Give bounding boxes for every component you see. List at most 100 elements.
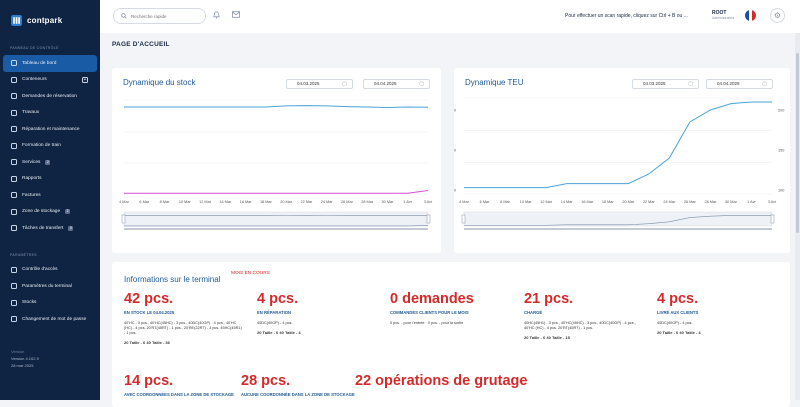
series-line xyxy=(464,102,772,188)
sidebar-item-r-paration-et-maintenance[interactable]: Réparation et maintenance xyxy=(0,121,100,138)
add-icon[interactable]: + xyxy=(82,77,88,83)
version-info: Version Version 4.102.9 28 mar 2025 xyxy=(11,348,39,369)
sidebar-item-label: Tâches de transfert xyxy=(22,226,63,231)
version-label: Version xyxy=(11,348,39,355)
x-tick-label: 28 Mar xyxy=(704,200,717,204)
stat-value: 28 pcs. xyxy=(241,374,361,389)
sidebar-item-demandes-de-r-servation[interactable]: Demandes de réservation xyxy=(0,88,100,105)
x-tick-label: 4 Mar xyxy=(459,200,469,204)
stat-sizes: 20 Taille - 6 40 Taille - 15 xyxy=(524,335,644,340)
x-tick-label: 28 Mar xyxy=(361,200,374,204)
x-tick-label: 16 Mar xyxy=(240,200,253,204)
sidebar-badge: 2 xyxy=(45,160,50,165)
stat-block: 42 pcs.EN STOCK LE 04.04.202540'HC - 3 p… xyxy=(124,292,244,345)
mail-icon[interactable] xyxy=(232,11,240,18)
x-tick-label: 1 Avr xyxy=(747,200,756,204)
sidebar-item-contr-le-d-acc-s[interactable]: Contrôle d'accès xyxy=(0,262,100,279)
stat-value: 42 pcs. xyxy=(124,292,244,307)
sidebar-section-settings: PARAMÈTRES xyxy=(0,251,100,260)
top-bar: Pour effectuer un scan rapide, cliquez s… xyxy=(100,0,800,33)
sidebar-item-conteneurs[interactable]: Conteneurs+ xyxy=(0,72,100,89)
stat-block: 21 pcs.CHARGÉ40HC(45H1) - 3 pcs., 40'HC(… xyxy=(524,292,644,340)
sidebar-item-stocks[interactable]: Stocks xyxy=(0,295,100,312)
sidebar-item-travaux[interactable]: Travaux xyxy=(0,105,100,122)
menu-item-icon xyxy=(11,110,17,116)
y-tick-label: 150 xyxy=(454,149,456,153)
sidebar: contpark PANNEAU DE CONTRÔLE Tableau de … xyxy=(0,0,100,400)
settings-gear-icon[interactable]: ⚙ xyxy=(770,8,785,23)
menu-item-icon xyxy=(11,143,17,149)
series-line xyxy=(124,106,428,108)
sidebar-item-rapports[interactable]: Rapports xyxy=(0,171,100,188)
range-navigator xyxy=(464,212,772,226)
stat-value: 22 opérations de grutage xyxy=(355,374,475,389)
stat-sizes: 20 Taille - 6 40 Taille - 36 xyxy=(124,340,244,345)
app-logo[interactable]: contpark xyxy=(0,0,100,30)
menu-item-icon xyxy=(11,300,17,306)
sidebar-item-label: Zone de stockage xyxy=(22,209,60,214)
navigator-handle-left xyxy=(462,215,465,223)
stat-block: 4 pcs.LIVRÉ AUX CLIENTS40DC(40GP) - 4 pc… xyxy=(657,292,777,335)
version-number: Version 4.102.9 xyxy=(11,355,39,362)
x-tick-label: 3 Avr xyxy=(424,200,433,204)
page-title: PAGE D'ACCUEIL xyxy=(112,41,170,48)
menu-item-icon xyxy=(11,192,17,198)
sidebar-item-tableau-de-bord[interactable]: Tableau de bord xyxy=(3,55,97,72)
stat-label: EN RÉPARATION xyxy=(257,310,377,315)
scrollbar-thumb[interactable] xyxy=(796,53,799,233)
menu-item-icon xyxy=(11,77,17,83)
search-input[interactable] xyxy=(131,14,201,19)
sidebar-item-t-ches-de-transfert[interactable]: Tâches de transfert0 xyxy=(0,220,100,237)
stat-sizes: 20 Taille - 0 40 Taille - 4 xyxy=(257,330,377,335)
x-tick-label: 24 Mar xyxy=(321,200,334,204)
search-icon xyxy=(121,13,127,19)
stat-detail: 0 pcs. - pour l'entrée · 0 pcs. - pour l… xyxy=(390,321,510,326)
y-tick-label: 100 xyxy=(454,189,456,193)
stat-label: EN STOCK LE 04.04.2025 xyxy=(124,310,244,315)
stat-label: AVEC COORDONNÉES DANS LA ZONE DE STOCKAG… xyxy=(124,392,244,397)
menu-item-icon xyxy=(11,209,17,215)
y-tick-label: 100 xyxy=(778,189,784,193)
language-flag-icon[interactable] xyxy=(745,10,756,21)
x-tick-label: 8 Mar xyxy=(500,200,510,204)
x-tick-label: 10 Mar xyxy=(179,200,192,204)
sidebar-item-changement-de-mot-de-passe[interactable]: Changement de mot de passe xyxy=(0,311,100,328)
stat-value: 14 pcs. xyxy=(124,374,244,389)
sidebar-item-param-tres-du-terminal[interactable]: Paramètres du terminal xyxy=(0,278,100,295)
stat-detail: 40DC(40GP) - 4 pcs. xyxy=(657,321,777,326)
x-tick-label: 14 Mar xyxy=(219,200,232,204)
bell-icon[interactable] xyxy=(213,11,220,19)
menu-item-icon xyxy=(11,283,17,289)
sidebar-item-label: Tableau de bord xyxy=(22,61,56,66)
user-menu[interactable]: ROOT Administrateur xyxy=(712,10,735,20)
stat-value: 21 pcs. xyxy=(524,292,644,307)
menu-item-icon xyxy=(11,225,17,231)
x-tick-label: 20 Mar xyxy=(622,200,635,204)
stat-block: 14 pcs. AVEC COORDONNÉES DANS LA ZONE DE … xyxy=(124,374,244,403)
page-scrollbar[interactable] xyxy=(795,33,800,400)
sidebar-item-zone-de-stockage[interactable]: Zone de stockage2 xyxy=(0,204,100,221)
x-tick-label: 20 Mar xyxy=(280,200,293,204)
x-tick-label: 30 Mar xyxy=(382,200,395,204)
menu-item-icon xyxy=(11,93,17,99)
sidebar-section-control: PANNEAU DE CONTRÔLE xyxy=(0,44,100,53)
x-tick-label: 18 Mar xyxy=(602,200,615,204)
stat-block: 22 opérations de grutage xyxy=(355,374,475,395)
x-tick-label: 12 Mar xyxy=(199,200,212,204)
stock-chart: 4 Mar6 Mar8 Mar10 Mar12 Mar14 Mar16 Mar1… xyxy=(112,68,441,253)
sidebar-item-factures[interactable]: Factures xyxy=(0,187,100,204)
sidebar-item-formation-de-train[interactable]: Formation de train xyxy=(0,138,100,155)
stat-sizes: 20 Taille - 0 40 Taille - 4 xyxy=(657,330,777,335)
menu-item-icon xyxy=(11,60,17,66)
x-tick-label: 18 Mar xyxy=(260,200,273,204)
terminal-info-period: MOIS EN COURS xyxy=(231,271,270,276)
stat-label: CHARGÉ xyxy=(524,310,644,315)
search-box[interactable] xyxy=(113,8,206,24)
x-tick-label: 30 Mar xyxy=(725,200,738,204)
stat-block: 0 demandesCOMMANDES CLIENTS POUR LE MOIS… xyxy=(390,292,510,330)
sidebar-item-label: Demandes de réservation xyxy=(22,94,77,99)
x-tick-label: 10 Mar xyxy=(520,200,533,204)
teu-chart-card: Dynamique TEU 04.03.2025▢ 04.04.2025▢ 4 … xyxy=(454,68,790,253)
stat-value: 4 pcs. xyxy=(257,292,377,307)
sidebar-item-services[interactable]: Services2 xyxy=(0,154,100,171)
